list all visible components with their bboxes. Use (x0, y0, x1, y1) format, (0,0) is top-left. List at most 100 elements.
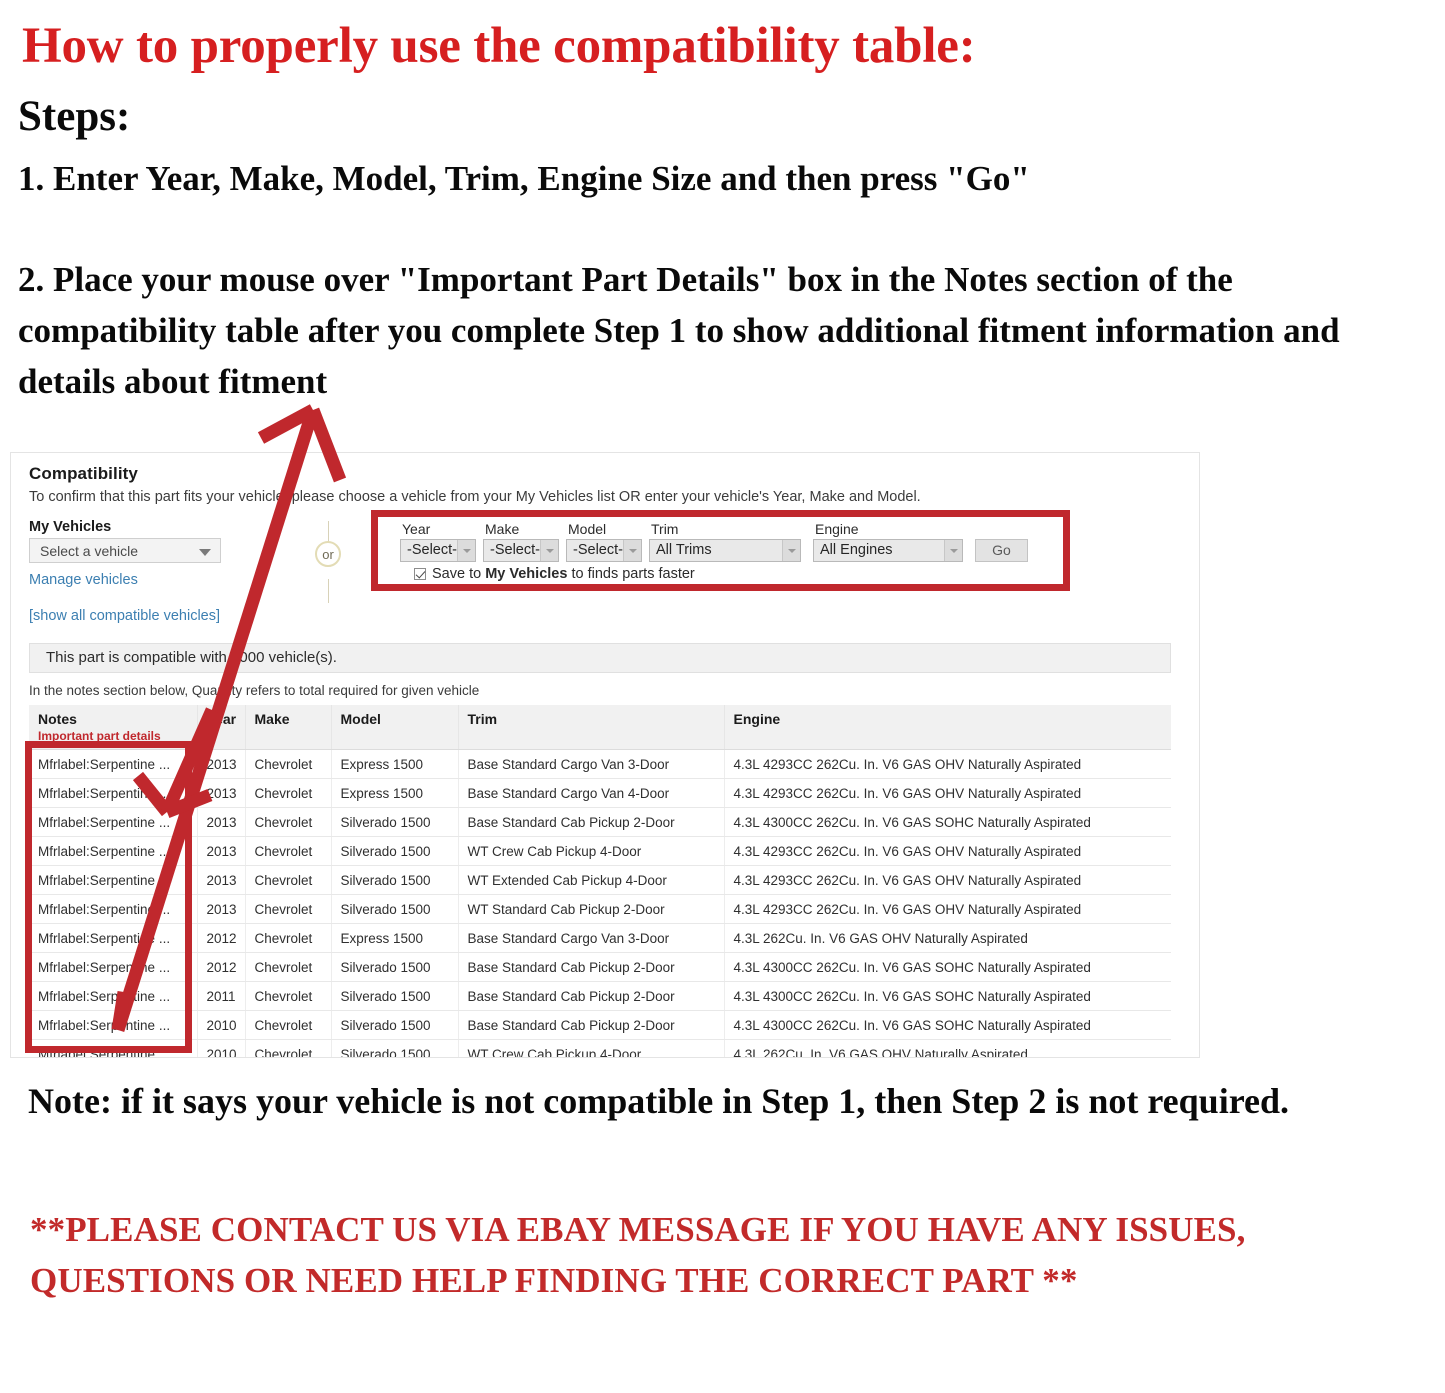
cell-engine: 4.3L 4300CC 262Cu. In. V6 GAS SOHC Natur… (724, 1010, 1171, 1040)
table-row: Mfrlabel:Serpentine ... 2013 Chevrolet Silv… (29, 894, 1171, 924)
cell-year: 2013 (197, 778, 246, 808)
cell-year: 2010 (197, 1010, 246, 1040)
cell-trim: Base Standard Cab Pickup 2-Door (458, 807, 725, 837)
cell-engine: 4.3L 262Cu. In. V6 GAS OHV Naturally Asp… (724, 923, 1171, 953)
cell-model: Silverado 1500 (331, 865, 459, 895)
cell-model: Silverado 1500 (331, 1010, 459, 1040)
chevron-down-icon (199, 549, 211, 556)
column-header-notes-sublabel: Important part details (38, 729, 161, 743)
cell-engine: 4.3L 4300CC 262Cu. In. V6 GAS SOHC Natur… (724, 981, 1171, 1011)
cell-make: Chevrolet (245, 923, 332, 953)
compatibility-heading: Compatibility (29, 464, 138, 483)
cell-year: 2013 (197, 865, 246, 895)
cell-notes[interactable]: Mfrlabel:Serpentine ... (29, 894, 198, 924)
cell-engine: 4.3L 4293CC 262Cu. In. V6 GAS OHV Natura… (724, 778, 1171, 808)
cell-engine: 4.3L 4293CC 262Cu. In. V6 GAS OHV Natura… (724, 865, 1171, 895)
cell-trim: WT Crew Cab Pickup 4-Door (458, 1039, 725, 1057)
table-row: Mfrlabel:Serpentine ... 2013 Chevrolet Silv… (29, 865, 1171, 895)
cell-notes[interactable]: Mfrlabel:Serpentine ... (29, 836, 198, 866)
table-row: Mfrlabel:Serpentine ... 2012 Chevrolet Expr… (29, 923, 1171, 953)
cell-model: Express 1500 (331, 778, 459, 808)
cell-model: Silverado 1500 (331, 894, 459, 924)
my-vehicles-select[interactable]: Select a vehicle (29, 538, 221, 563)
finder-highlight-box (371, 510, 1070, 591)
cell-model: Express 1500 (331, 923, 459, 953)
table-row: Mfrlabel:Serpentine ... 2012 Chevrolet Silv… (29, 952, 1171, 982)
table-row: Mfrlabel:Serpentine ... 2010 Chevrolet Silv… (29, 1010, 1171, 1040)
table-row: Mfrlabel:Serpentine ... 2010 Chevrolet Silv… (29, 1039, 1171, 1057)
cell-year: 2012 (197, 923, 246, 953)
my-vehicles-label: My Vehicles (29, 519, 112, 535)
manage-vehicles-link[interactable]: Manage vehicles (29, 572, 138, 588)
or-separator: or (311, 521, 347, 603)
cell-engine: 4.3L 4300CC 262Cu. In. V6 GAS SOHC Natur… (724, 807, 1171, 837)
cell-model: Silverado 1500 (331, 981, 459, 1011)
column-header-model[interactable]: Model (331, 705, 459, 750)
cell-year: 2012 (197, 952, 246, 982)
column-header-trim[interactable]: Trim (458, 705, 725, 750)
cell-make: Chevrolet (245, 865, 332, 895)
cell-trim: WT Crew Cab Pickup 4-Door (458, 836, 725, 866)
cell-notes[interactable]: Mfrlabel:Serpentine ... (29, 1010, 198, 1040)
cell-make: Chevrolet (245, 894, 332, 924)
show-all-compatible-vehicles-link[interactable]: [show all compatible vehicles] (29, 608, 220, 624)
fitment-table: Notes Important part details Year Make M… (29, 705, 1171, 1057)
cell-trim: Base Standard Cab Pickup 2-Door (458, 1010, 725, 1040)
cell-year: 2013 (197, 807, 246, 837)
cell-make: Chevrolet (245, 1039, 332, 1057)
cell-model: Express 1500 (331, 749, 459, 779)
cell-year: 2011 (197, 981, 246, 1011)
table-row: Mfrlabel:Serpentine ... 2013 Chevrolet Expr… (29, 749, 1171, 779)
cell-make: Chevrolet (245, 981, 332, 1011)
cell-make: Chevrolet (245, 778, 332, 808)
cell-model: Silverado 1500 (331, 836, 459, 866)
cell-make: Chevrolet (245, 1010, 332, 1040)
column-header-engine[interactable]: Engine (724, 705, 1171, 750)
cell-engine: 4.3L 4300CC 262Cu. In. V6 GAS SOHC Natur… (724, 952, 1171, 982)
cell-engine: 4.3L 4293CC 262Cu. In. V6 GAS OHV Natura… (724, 894, 1171, 924)
cell-model: Silverado 1500 (331, 807, 459, 837)
cell-year: 2013 (197, 749, 246, 779)
cell-trim: Base Standard Cab Pickup 2-Door (458, 981, 725, 1011)
or-line-top (328, 521, 329, 543)
cell-make: Chevrolet (245, 952, 332, 982)
cell-notes[interactable]: Mfrlabel:Serpentine ... (29, 778, 198, 808)
step-2-text: 2. Place your mouse over "Important Part… (18, 260, 1340, 401)
cell-notes[interactable]: Mfrlabel:Serpentine ... (29, 749, 198, 779)
or-line-bottom (328, 579, 329, 603)
cell-engine: 4.3L 4293CC 262Cu. In. V6 GAS OHV Natura… (724, 749, 1171, 779)
fitment-table-body: Mfrlabel:Serpentine ... 2013 Chevrolet Expr… (29, 749, 1171, 1057)
cell-engine: 4.3L 262Cu. In. V6 GAS OHV Naturally Asp… (724, 1039, 1171, 1057)
cell-notes[interactable]: Mfrlabel:Serpentine ... (29, 923, 198, 953)
note-text: Note: if it says your vehicle is not com… (28, 1081, 1290, 1121)
cell-notes[interactable]: Mfrlabel:Serpentine ... (29, 952, 198, 982)
my-vehicles-select-value: Select a vehicle (40, 543, 139, 559)
cell-make: Chevrolet (245, 749, 332, 779)
cell-notes[interactable]: Mfrlabel:Serpentine ... (29, 807, 198, 837)
table-row: Mfrlabel:Serpentine ... 2011 Chevrolet Silv… (29, 981, 1171, 1011)
column-header-make[interactable]: Make (245, 705, 332, 750)
cell-trim: WT Standard Cab Pickup 2-Door (458, 894, 725, 924)
column-header-year[interactable]: Year (197, 705, 246, 750)
cell-trim: Base Standard Cargo Van 3-Door (458, 923, 725, 953)
cell-year: 2013 (197, 894, 246, 924)
cell-trim: Base Standard Cab Pickup 2-Door (458, 952, 725, 982)
table-row: Mfrlabel:Serpentine ... 2013 Chevrolet Expr… (29, 778, 1171, 808)
cell-engine: 4.3L 4293CC 262Cu. In. V6 GAS OHV Natura… (724, 836, 1171, 866)
cell-year: 2010 (197, 1039, 246, 1057)
cell-notes[interactable]: Mfrlabel:Serpentine ... (29, 865, 198, 895)
cell-model: Silverado 1500 (331, 952, 459, 982)
table-row: Mfrlabel:Serpentine ... 2013 Chevrolet Silv… (29, 807, 1171, 837)
table-row: Mfrlabel:Serpentine ... 2013 Chevrolet Silv… (29, 836, 1171, 866)
compatible-count-text: This part is compatible with 1000 vehicl… (46, 649, 337, 666)
compatible-count-bar: This part is compatible with 1000 vehicl… (29, 643, 1171, 673)
cell-notes[interactable]: Mfrlabel:Serpentine ... (29, 981, 198, 1011)
cell-trim: Base Standard Cargo Van 4-Door (458, 778, 725, 808)
quantity-note: In the notes section below, Quantity ref… (29, 683, 480, 698)
cell-model: Silverado 1500 (331, 1039, 459, 1057)
cell-make: Chevrolet (245, 807, 332, 837)
cell-trim: Base Standard Cargo Van 3-Door (458, 749, 725, 779)
table-header-row: Notes Important part details Year Make M… (29, 705, 1171, 750)
cell-notes[interactable]: Mfrlabel:Serpentine ... (29, 1039, 198, 1057)
column-header-notes[interactable]: Notes Important part details (29, 705, 198, 750)
